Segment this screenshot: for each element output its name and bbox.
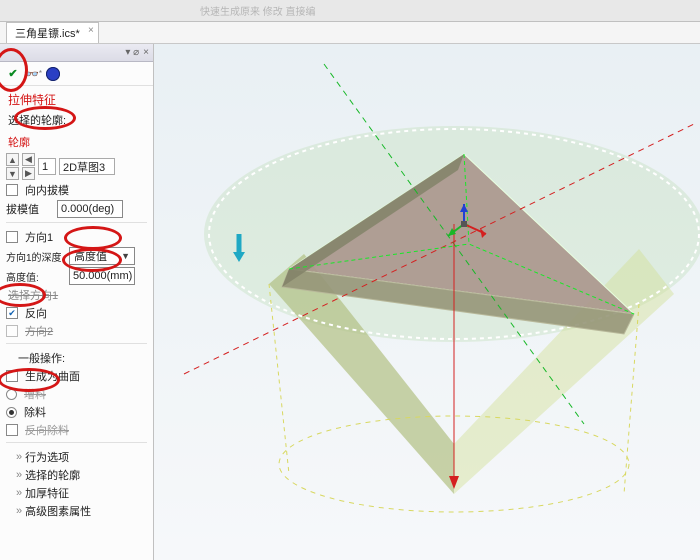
addmat-row[interactable]: 增料 — [6, 386, 147, 402]
dir2-row[interactable]: 方向2 — [6, 323, 147, 339]
property-panel: ▾ ⌀ × ✔ 👓* 拉伸特征 选择的轮廓: 轮廓 ▲ ▼ ◀ ▶ 1 — [0, 44, 154, 560]
height-field[interactable]: 50.000(mm) — [69, 267, 135, 285]
viewport-3d[interactable] — [154, 44, 700, 560]
thicken-row[interactable]: » 加厚特征 — [6, 485, 147, 501]
draft-value-label: 拔模值 — [6, 201, 54, 217]
gensurface-checkbox[interactable] — [6, 370, 18, 382]
profile-picker-row: ▲ ▼ ◀ ▶ 1 2D草图3 — [6, 153, 147, 180]
pin-icon[interactable]: ▾ ⌀ — [125, 47, 139, 58]
nav-right-icon[interactable]: ▶ — [22, 167, 35, 180]
glasses-icon[interactable]: 👓* — [26, 67, 40, 81]
feature-title: 拉伸特征 — [8, 91, 147, 108]
revremove-row[interactable]: 反向除料 — [6, 422, 147, 438]
document-tabstrip: 三角星镖.ics* × — [0, 22, 700, 44]
chevron-icon: » — [16, 451, 22, 463]
draft-inward-row[interactable]: 向内拔模 — [6, 182, 147, 198]
scene-svg — [154, 44, 700, 560]
height-row: 高度值: 50.000(mm) — [6, 267, 147, 285]
chevron-icon: » — [16, 505, 22, 517]
dropdown-arrow-icon: ▼ — [121, 251, 130, 261]
profile-section-title: 轮廓 — [8, 134, 147, 150]
behavior-label: 行为选项 — [25, 449, 69, 465]
thicken-label: 加厚特征 — [25, 485, 69, 501]
nav-left-icon[interactable]: ◀ — [22, 153, 35, 166]
depth1-type-dropdown[interactable]: 高度值 ▼ — [69, 247, 135, 265]
close-tab-icon[interactable]: × — [88, 25, 94, 36]
reverse-checkbox[interactable]: ✔ — [6, 307, 18, 319]
nav-up-icon[interactable]: ▲ — [6, 153, 19, 166]
panel-close-icon[interactable]: × — [143, 47, 149, 58]
feature-form: 拉伸特征 选择的轮廓: 轮廓 ▲ ▼ ◀ ▶ 1 2D草图3 向内拔模 — [0, 86, 153, 560]
revremove-checkbox[interactable] — [6, 424, 18, 436]
general-ops-label: 一般操作: — [8, 350, 147, 366]
dir1-checkbox[interactable] — [6, 231, 18, 243]
panel-header: ▾ ⌀ × — [0, 44, 153, 62]
draft-value-row: 拔模值 0.000(deg) — [6, 200, 147, 218]
selected-profile-label: 选择的轮廓: — [8, 112, 147, 128]
revremove-label: 反向除料 — [25, 422, 69, 438]
selprofiles-label: 选择的轮廓 — [25, 467, 80, 483]
top-ribbon: 快速生成原来 修改 直接编 — [0, 0, 700, 22]
dir2-checkbox[interactable] — [6, 325, 18, 337]
removemat-row[interactable]: 除料 — [6, 404, 147, 420]
profile-sketch-name[interactable]: 2D草图3 — [59, 158, 115, 175]
dir2-label: 方向2 — [25, 323, 53, 339]
document-tab-label: 三角星镖.ics* — [15, 28, 80, 40]
accept-icon[interactable]: ✔ — [6, 67, 20, 81]
draft-value-field[interactable]: 0.000(deg) — [57, 200, 123, 218]
profile-count[interactable]: 1 — [38, 158, 56, 175]
advanced-label: 高级图素属性 — [25, 503, 91, 519]
removemat-label: 除料 — [24, 404, 46, 420]
gensurface-row[interactable]: 生成为曲面 — [6, 368, 147, 384]
confirm-toolbar: ✔ 👓* — [0, 62, 153, 86]
chevron-icon: » — [16, 487, 22, 499]
draft-inward-checkbox[interactable] — [6, 184, 18, 196]
addmat-label: 增料 — [24, 386, 46, 402]
depth1-type-row: 方向1的深度 高度值 ▼ — [6, 247, 147, 265]
reverse-row[interactable]: ✔ 反向 — [6, 305, 147, 321]
selprofiles-row[interactable]: » 选择的轮廓 — [6, 467, 147, 483]
height-label: 高度值: — [6, 269, 66, 284]
nav-down-icon[interactable]: ▼ — [6, 167, 19, 180]
removemat-radio[interactable] — [6, 407, 17, 418]
gensurface-label: 生成为曲面 — [25, 368, 80, 384]
behavior-row[interactable]: » 行为选项 — [6, 449, 147, 465]
ribbon-hint: 快速生成原来 修改 直接编 — [0, 3, 316, 18]
status-dot-icon — [46, 67, 60, 81]
main-split: ▾ ⌀ × ✔ 👓* 拉伸特征 选择的轮廓: 轮廓 ▲ ▼ ◀ ▶ 1 — [0, 44, 700, 560]
chevron-icon: » — [16, 469, 22, 481]
draft-inward-label: 向内拔模 — [25, 182, 69, 198]
dir1-label: 方向1 — [25, 229, 53, 245]
depth1-type-value: 高度值 — [74, 248, 107, 264]
depth1-type-label: 方向1的深度 — [6, 249, 66, 264]
document-tab[interactable]: 三角星镖.ics* × — [6, 22, 99, 43]
select-dir1-label: 选择方向1 — [8, 287, 147, 303]
reverse-label: 反向 — [25, 305, 47, 321]
addmat-radio[interactable] — [6, 389, 17, 400]
dir1-row[interactable]: 方向1 — [6, 229, 147, 245]
advanced-row[interactable]: » 高级图素属性 — [6, 503, 147, 519]
